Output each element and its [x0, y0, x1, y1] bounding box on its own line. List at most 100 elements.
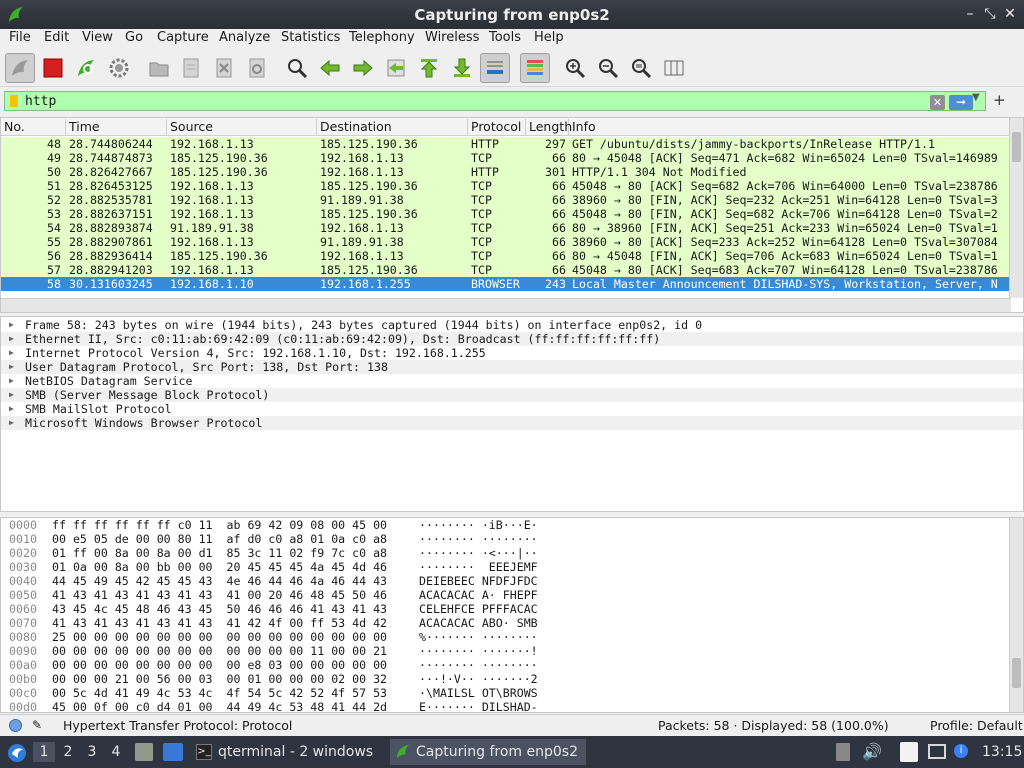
- table-row[interactable]: 49 28.744874873 185.125.190.36 192.168.1.13…: [1, 151, 1011, 165]
- minimize-button[interactable]: –: [962, 6, 978, 22]
- hex-row[interactable]: 00b0 00 00 00 21 00 56 00 03 00 01 00 00 …: [1, 672, 1011, 686]
- detail-tree-item[interactable]: ▶ Frame 58: 243 bytes on wire (1944 bits)…: [1, 318, 1023, 332]
- menu-tools[interactable]: Tools: [489, 30, 521, 45]
- display-filter-input[interactable]: http ✕ ➞: [4, 91, 986, 111]
- packet-details-tree[interactable]: ▶ Frame 58: 243 bytes on wire (1944 bits)…: [0, 316, 1024, 512]
- clock[interactable]: 13:15: [982, 744, 1022, 760]
- maximize-button[interactable]: ⤡: [982, 6, 998, 22]
- packet-list[interactable]: No. Time Source Destination Protocol Len…: [0, 117, 1024, 313]
- workspace-3[interactable]: 3: [81, 742, 103, 762]
- hex-row[interactable]: 0000 ff ff ff ff ff ff c0 11 ab 69 42 09 …: [1, 518, 1011, 532]
- table-row[interactable]: 58 30.131603245 192.168.1.10 192.168.1.255 B…: [1, 277, 1011, 291]
- hex-row[interactable]: 0060 43 45 4c 45 48 46 43 45 50 46 46 46 …: [1, 602, 1011, 616]
- menu-edit[interactable]: Edit: [44, 30, 69, 45]
- bookmark-icon[interactable]: [10, 95, 18, 107]
- notes-icon[interactable]: [900, 742, 918, 762]
- expand-arrow-icon[interactable]: ▶: [9, 346, 14, 360]
- colorize-button[interactable]: [520, 53, 550, 83]
- expand-arrow-icon[interactable]: ▶: [9, 332, 14, 346]
- window-titlebar[interactable]: Capturing from enp0s2 – ⤡ ✕: [0, 0, 1024, 30]
- auto-scroll-button[interactable]: [480, 53, 510, 83]
- menu-help[interactable]: Help: [534, 30, 564, 45]
- clear-filter-button[interactable]: ✕: [930, 95, 945, 110]
- packet-bytes-vscroll-thumb[interactable]: [1012, 658, 1021, 688]
- expert-info-icon[interactable]: [9, 719, 22, 732]
- save-file-button[interactable]: [176, 53, 206, 83]
- packet-list-vscroll[interactable]: [1009, 118, 1023, 298]
- network-icon[interactable]: [928, 744, 946, 759]
- detail-tree-item[interactable]: ▶ Ethernet II, Src: c0:11:ab:69:42:09 (c0…: [1, 332, 1023, 346]
- find-packet-button[interactable]: [282, 53, 312, 83]
- expand-arrow-icon[interactable]: ▶: [9, 416, 14, 430]
- expand-arrow-icon[interactable]: ▶: [9, 360, 14, 374]
- zoom-reset-button[interactable]: [626, 53, 656, 83]
- expand-arrow-icon[interactable]: ▶: [9, 402, 14, 416]
- stop-capture-button[interactable]: [38, 53, 68, 83]
- reload-file-button[interactable]: [242, 53, 272, 83]
- go-forward-button[interactable]: [348, 53, 378, 83]
- capture-options-button[interactable]: [104, 53, 134, 83]
- zoom-out-button[interactable]: [593, 53, 623, 83]
- menu-view[interactable]: View: [82, 30, 113, 45]
- expand-arrow-icon[interactable]: ▶: [9, 318, 14, 332]
- hex-row[interactable]: 0080 25 00 00 00 00 00 00 00 00 00 00 00 …: [1, 630, 1011, 644]
- go-to-packet-button[interactable]: [381, 53, 411, 83]
- menu-telephony[interactable]: Telephony: [349, 30, 415, 45]
- hex-row[interactable]: 00c0 00 5c 4d 41 49 4c 53 4c 4f 54 5c 42 …: [1, 686, 1011, 700]
- table-row[interactable]: 56 28.882936414 185.125.190.36 192.168.1.13…: [1, 249, 1011, 263]
- table-row[interactable]: 53 28.882637151 192.168.1.13 185.125.190.36…: [1, 207, 1011, 221]
- table-row[interactable]: 51 28.826453125 192.168.1.13 185.125.190.36…: [1, 179, 1011, 193]
- info-tray-icon[interactable]: i: [954, 744, 968, 758]
- table-row[interactable]: 52 28.882535781 192.168.1.13 91.189.91.38 TC…: [1, 193, 1011, 207]
- show-desktop-icon[interactable]: [163, 743, 183, 761]
- hex-row[interactable]: 0050 41 43 41 43 41 43 41 43 41 00 20 46 …: [1, 588, 1011, 602]
- workspace-1[interactable]: 1: [33, 742, 55, 762]
- column-destination[interactable]: Destination: [317, 119, 468, 136]
- volume-icon[interactable]: 🔊: [862, 742, 882, 761]
- workspace-2[interactable]: 2: [57, 742, 79, 762]
- packet-list-vscroll-thumb[interactable]: [1012, 132, 1021, 162]
- table-row[interactable]: 50 28.826427667 185.125.190.36 192.168.1.13…: [1, 165, 1011, 179]
- close-button[interactable]: ✕: [1002, 6, 1018, 22]
- detail-tree-item[interactable]: ▶ NetBIOS Datagram Service: [1, 374, 1023, 388]
- restart-capture-button[interactable]: [71, 53, 101, 83]
- detail-tree-item[interactable]: ▶ User Datagram Protocol, Src Port: 138, …: [1, 360, 1023, 374]
- detail-tree-item[interactable]: ▶ SMB MailSlot Protocol: [1, 402, 1023, 416]
- table-row[interactable]: 55 28.882907861 192.168.1.13 91.189.91.38 TC…: [1, 235, 1011, 249]
- status-profile[interactable]: Profile: Default: [930, 718, 1023, 733]
- apply-filter-button[interactable]: ➞: [949, 95, 973, 110]
- menu-statistics[interactable]: Statistics: [281, 30, 340, 45]
- expand-arrow-icon[interactable]: ▶: [9, 374, 14, 388]
- menu-go[interactable]: Go: [125, 30, 143, 45]
- hex-row[interactable]: 0020 01 ff 00 8a 00 8a 00 d1 85 3c 11 02 …: [1, 546, 1011, 560]
- column-time[interactable]: Time: [66, 119, 167, 136]
- display-filter-text[interactable]: http: [25, 94, 56, 109]
- detail-tree-item[interactable]: ▶ Internet Protocol Version 4, Src: 192.1…: [1, 346, 1023, 360]
- taskbar-wireshark[interactable]: Capturing from enp0s2: [390, 739, 586, 765]
- packet-list-hscroll[interactable]: [1, 298, 1011, 312]
- column-info[interactable]: Info: [569, 119, 1011, 136]
- hex-row[interactable]: 0040 44 45 49 45 42 45 45 43 4e 46 44 46 …: [1, 574, 1011, 588]
- packet-bytes-pane[interactable]: 0000 ff ff ff ff ff ff c0 11 ab 69 42 09 …: [0, 517, 1024, 713]
- hex-row[interactable]: 00a0 00 00 00 00 00 00 00 00 00 e8 03 00 …: [1, 658, 1011, 672]
- open-file-button[interactable]: [144, 53, 174, 83]
- first-packet-button[interactable]: [414, 53, 444, 83]
- hex-row[interactable]: 00d0 45 00 0f 00 c0 d4 01 00 44 49 4c 53 …: [1, 700, 1011, 712]
- detail-tree-item[interactable]: ▶ Microsoft Windows Browser Protocol: [1, 416, 1023, 430]
- column-length[interactable]: Length: [526, 119, 572, 136]
- hex-row[interactable]: 0090 00 00 00 00 00 00 00 00 00 00 00 00 …: [1, 644, 1011, 658]
- hex-row[interactable]: 0070 41 43 41 43 41 43 41 43 41 42 4f 00 …: [1, 616, 1011, 630]
- hex-row[interactable]: 0010 00 e5 05 de 00 00 80 11 af d0 c0 a8 …: [1, 532, 1011, 546]
- start-capture-button[interactable]: [5, 53, 35, 83]
- last-packet-button[interactable]: [447, 53, 477, 83]
- start-menu-icon[interactable]: [6, 742, 28, 764]
- menu-wireless[interactable]: Wireless: [425, 30, 479, 45]
- file-manager-icon[interactable]: [135, 743, 153, 761]
- table-row[interactable]: 48 28.744806244 192.168.1.13 185.125.190.36…: [1, 137, 1011, 151]
- detail-tree-item[interactable]: ▶ SMB (Server Message Block Protocol): [1, 388, 1023, 402]
- column-no[interactable]: No.: [1, 119, 66, 136]
- menu-analyze[interactable]: Analyze: [219, 30, 270, 45]
- clipboard-icon[interactable]: [836, 743, 850, 761]
- workspace-4[interactable]: 4: [105, 742, 127, 762]
- filter-history-dropdown[interactable]: ▼: [972, 92, 980, 103]
